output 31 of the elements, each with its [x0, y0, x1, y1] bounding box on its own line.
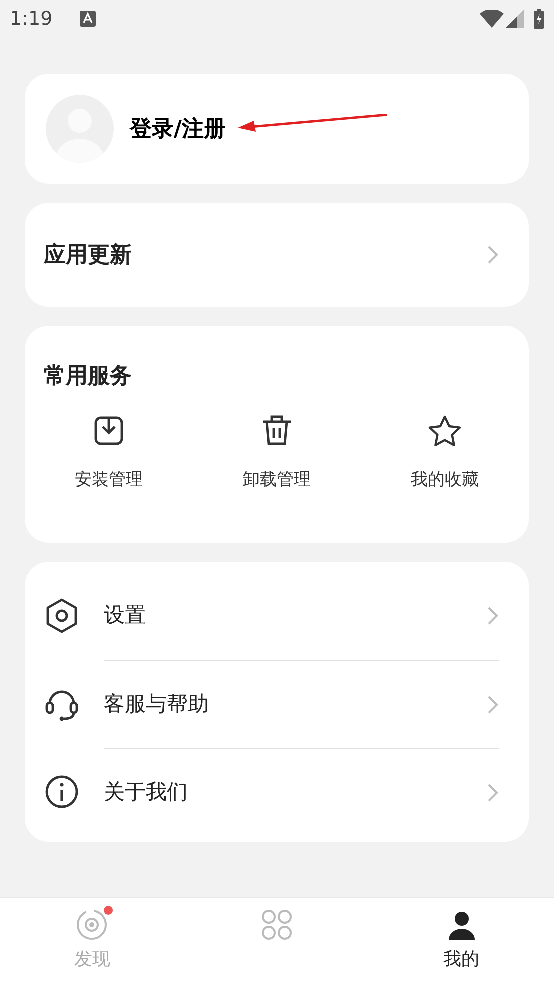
chevron-right-icon	[487, 245, 499, 265]
chevron-right-icon	[487, 694, 499, 714]
menu-row[interactable]: 设置	[25, 572, 529, 660]
profile-card[interactable]: 登录/注册	[25, 74, 529, 184]
app-update-row[interactable]: 应用更新	[25, 203, 529, 307]
chevron-right-icon	[487, 606, 499, 626]
signal-icon	[506, 10, 524, 28]
wifi-icon	[480, 10, 504, 28]
download-icon	[94, 415, 124, 447]
login-register-link[interactable]: 登录/注册	[130, 112, 226, 146]
menu-label: 关于我们	[104, 778, 188, 806]
settings-icon	[45, 598, 79, 634]
service-label[interactable]: 我的收藏	[411, 468, 479, 494]
chevron-right-icon	[487, 782, 499, 802]
star-icon	[428, 415, 462, 447]
battery-icon	[534, 9, 544, 29]
radar-icon	[75, 908, 110, 942]
menu-row[interactable]: 客服与帮助	[25, 660, 529, 748]
status-time: 1:19	[10, 6, 54, 32]
trash-icon	[261, 414, 293, 448]
menu-label: 客服与帮助	[104, 690, 209, 718]
menu-row[interactable]: 关于我们	[25, 748, 529, 836]
nav-tab[interactable]: 我的	[422, 898, 502, 978]
section-title: 常用服务	[43, 363, 133, 391]
row-label: 应用更新	[44, 242, 132, 270]
service-label[interactable]: 卸载管理	[243, 468, 311, 494]
service-label[interactable]: 安装管理	[75, 468, 143, 494]
apps-icon	[260, 908, 294, 942]
info-icon	[45, 775, 79, 809]
menu-label: 设置	[104, 602, 146, 630]
keyboard-icon	[80, 11, 96, 27]
